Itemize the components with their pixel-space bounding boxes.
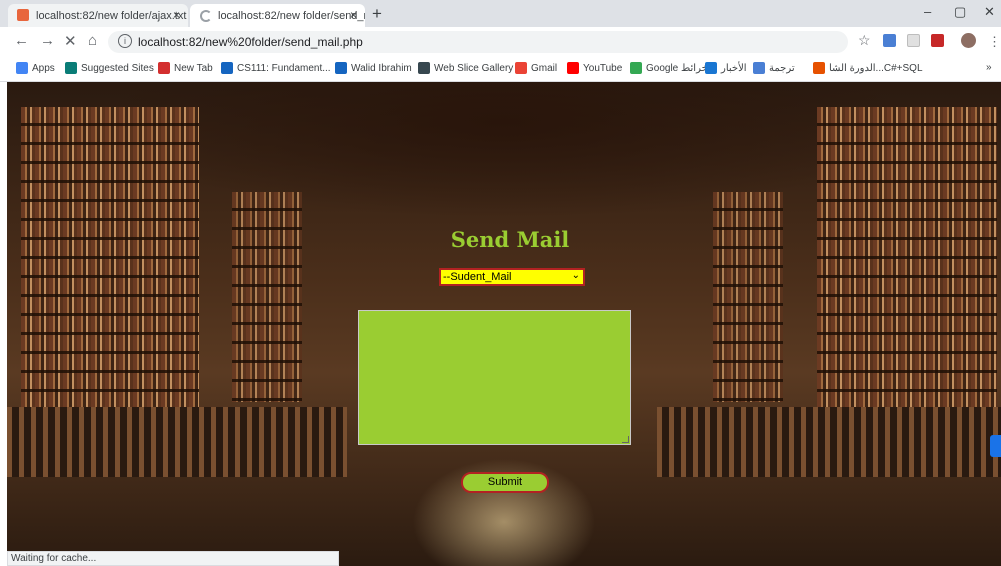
tab-title: localhost:82/new folder/ajax.txt <box>36 9 187 22</box>
bookmark-cs111[interactable]: CS111: Fundament... <box>221 62 331 74</box>
browser-toolbar: ← → ✕ ⌂ i localhost:82/new%20folder/send… <box>0 27 1001 57</box>
apps-grid-icon <box>16 62 28 74</box>
translate-extension-icon[interactable] <box>883 34 896 47</box>
tab-send-mail[interactable]: localhost:82/new folder/send_ma × <box>190 4 365 27</box>
bookmarks-overflow-button[interactable]: » <box>986 62 992 73</box>
bookmark-walid-ibrahim[interactable]: Walid Ibrahim <box>335 62 412 74</box>
page-favicon-icon <box>17 9 29 21</box>
tab-ajax[interactable]: localhost:82/new folder/ajax.txt × <box>8 4 188 27</box>
back-button[interactable]: ← <box>14 32 29 49</box>
youtube-icon <box>567 62 579 74</box>
tab-title: localhost:82/new folder/send_ma <box>218 9 365 22</box>
tab-close-icon[interactable]: × <box>173 8 180 22</box>
page-title: Send Mail <box>450 227 570 252</box>
translate-icon <box>753 62 765 74</box>
bookmark-youtube[interactable]: YouTube <box>567 62 622 74</box>
menu-button[interactable]: ⋮ <box>988 34 1001 50</box>
side-extension-icon[interactable] <box>990 435 1001 457</box>
address-bar[interactable]: i localhost:82/new%20folder/send_mail.ph… <box>108 31 848 53</box>
bookmark-translate[interactable]: ترجمة <box>753 62 795 74</box>
railing-right <box>657 407 1001 477</box>
bookmark-csharp-course[interactable]: الدورة الشا...C#+SQL <box>813 62 923 74</box>
tab-strip: localhost:82/new folder/ajax.txt × local… <box>0 0 1001 27</box>
status-bar: Waiting for cache... <box>7 551 339 566</box>
home-button[interactable]: ⌂ <box>88 32 97 49</box>
bookmark-google-maps[interactable]: Google خرائط <box>630 62 708 74</box>
stop-button[interactable]: ✕ <box>64 32 77 50</box>
bookmark-new-tab[interactable]: New Tab <box>158 62 213 74</box>
maximize-button[interactable]: ▢ <box>954 4 966 20</box>
gmail-icon <box>515 62 527 74</box>
resize-handle-icon[interactable] <box>622 436 629 443</box>
minimize-button[interactable]: – <box>924 4 931 19</box>
bookmark-news[interactable]: الأخبار <box>705 62 747 74</box>
bookmarks-bar: Apps Suggested Sites New Tab CS111: Fund… <box>0 57 1001 82</box>
course-icon <box>335 62 347 74</box>
window-close-button[interactable]: ✕ <box>984 4 995 20</box>
info-icon[interactable]: i <box>118 34 132 48</box>
bookmark-gmail[interactable]: Gmail <box>515 62 557 74</box>
bookmark-star-icon[interactable]: ☆ <box>858 32 871 49</box>
new-tab-button[interactable]: + <box>372 4 382 24</box>
news-icon <box>705 62 717 74</box>
chevron-down-icon: ⌄ <box>571 270 580 281</box>
maps-icon <box>630 62 642 74</box>
address-url[interactable]: localhost:82/new%20folder/send_mail.php <box>138 35 363 49</box>
tab-close-icon[interactable]: × <box>350 8 357 22</box>
recipient-select[interactable]: --Sudent_Mail ⌄ <box>439 268 585 286</box>
bookmark-suggested-sites[interactable]: Suggested Sites <box>65 62 154 74</box>
bing-icon <box>65 62 77 74</box>
message-textarea[interactable] <box>358 310 631 445</box>
shield-extension-icon[interactable] <box>931 34 944 47</box>
recipient-select-value: --Sudent_Mail <box>443 271 512 283</box>
newtab-icon <box>158 62 170 74</box>
web-slice-icon <box>418 62 430 74</box>
bookmark-apps[interactable]: Apps <box>16 62 55 74</box>
forward-button[interactable]: → <box>40 32 55 49</box>
bookmark-web-slice-gallery[interactable]: Web Slice Gallery <box>418 62 513 74</box>
railing-left <box>7 407 347 477</box>
course-icon <box>813 62 825 74</box>
loading-spinner-icon <box>200 10 212 22</box>
course-icon <box>221 62 233 74</box>
submit-button[interactable]: Submit <box>461 472 549 493</box>
extension-icon[interactable] <box>907 34 920 47</box>
avatar[interactable] <box>961 33 976 48</box>
